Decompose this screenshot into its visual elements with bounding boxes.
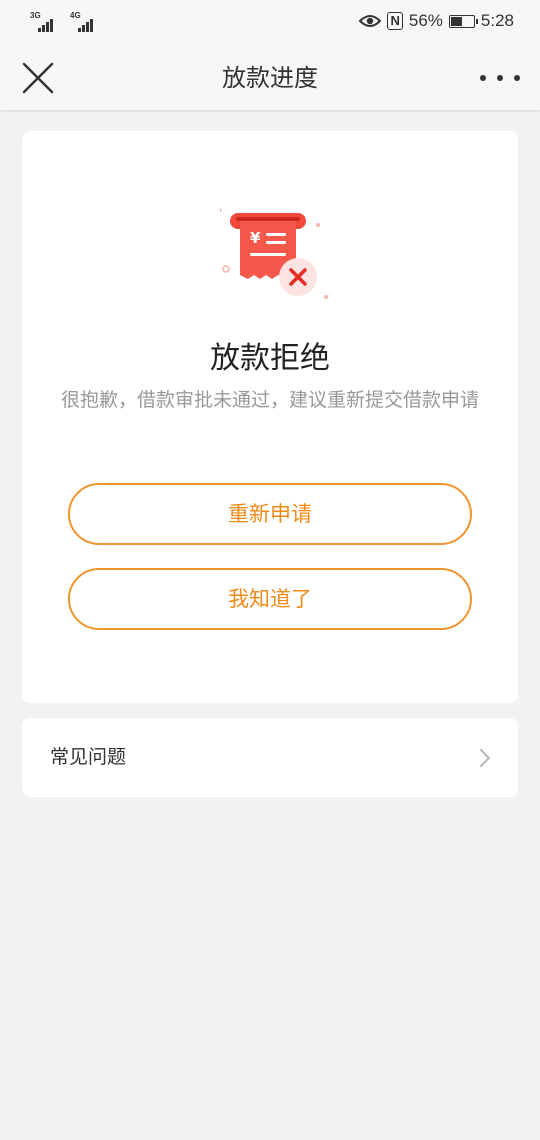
- status-indicators: N 56% 5:28: [359, 11, 514, 31]
- more-dot-icon: [514, 75, 520, 81]
- page-title: 放款进度: [222, 64, 318, 92]
- signal-indicators: 3G 4G: [30, 12, 100, 32]
- more-dot-icon: [497, 75, 503, 81]
- receipt-currency-symbol: ¥: [250, 229, 261, 247]
- faq-label: 常见问题: [50, 746, 127, 768]
- more-options-button[interactable]: [480, 66, 520, 90]
- signal-strength-icon: 4G: [70, 12, 100, 32]
- signal-strength-icon: 3G: [30, 12, 60, 32]
- nav-bar: 放款进度: [0, 46, 540, 110]
- chevron-right-icon: [479, 748, 491, 768]
- reapply-button[interactable]: 重新申请: [68, 483, 472, 545]
- result-card: ¥ 放款拒绝 很抱歉，借款审批未通过，建议重新提交借款申请 重新申请 我知道了: [22, 131, 518, 703]
- battery-percent: 56%: [408, 11, 443, 30]
- faq-row[interactable]: 常见问题: [22, 718, 518, 797]
- more-dot-icon: [480, 75, 486, 81]
- eye-comfort-icon: [359, 15, 382, 27]
- result-title: 放款拒绝: [210, 341, 330, 376]
- battery-icon: [448, 14, 478, 28]
- nfc-icon: N: [387, 12, 403, 30]
- acknowledge-button[interactable]: 我知道了: [68, 568, 472, 630]
- result-description: 很抱歉，借款审批未通过，建议重新提交借款申请: [60, 389, 479, 411]
- status-bar: 3G 4G N 56% 5:28: [0, 0, 540, 46]
- clock: 5:28: [480, 11, 514, 30]
- loan-rejected-icon: ¥: [220, 208, 328, 299]
